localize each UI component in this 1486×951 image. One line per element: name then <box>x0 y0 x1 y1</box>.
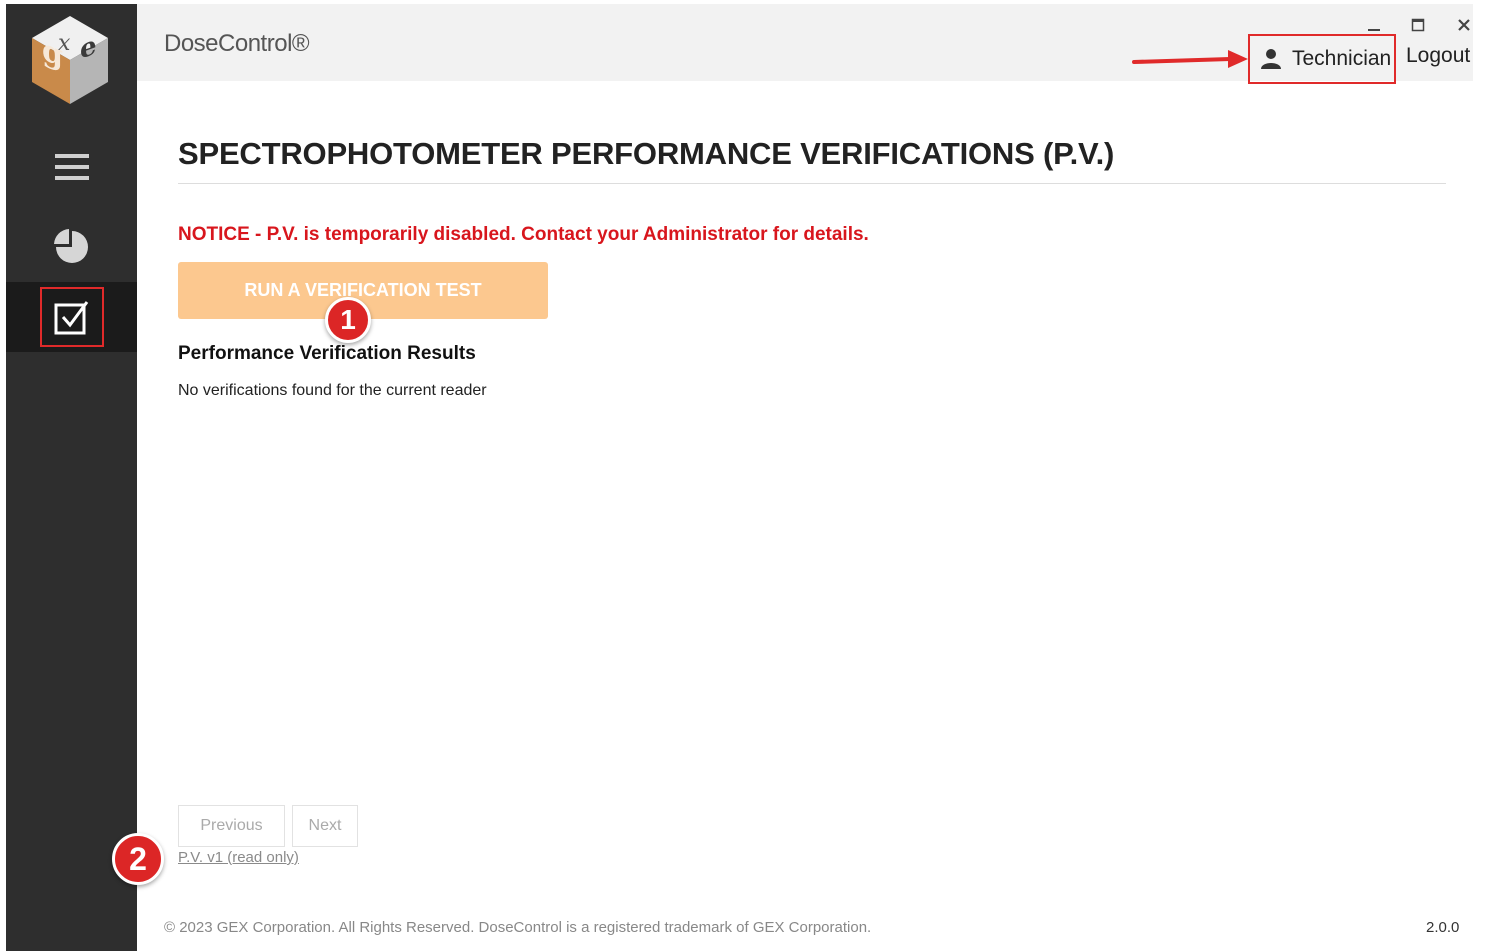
previous-button[interactable]: Previous <box>178 805 285 847</box>
checkbox-icon <box>54 301 88 335</box>
maximize-button[interactable] <box>1403 12 1433 38</box>
notice-message: NOTICE - P.V. is temporarily disabled. C… <box>178 224 869 245</box>
hamburger-menu-button[interactable] <box>6 132 137 202</box>
logout-button[interactable]: Logout <box>1406 44 1470 68</box>
red-arrow-annotation <box>1132 50 1248 68</box>
svg-text:e: e <box>80 30 97 66</box>
sidebar: g e x <box>6 4 137 951</box>
gex-cube-logo: g e x <box>28 12 112 108</box>
divider <box>178 183 1446 184</box>
maximize-icon <box>1411 18 1425 32</box>
svg-text:x: x <box>58 31 71 56</box>
close-icon <box>1458 19 1470 31</box>
pv-version-link[interactable]: P.V. v1 (read only) <box>178 849 299 866</box>
user-menu[interactable]: Technician <box>1248 34 1396 84</box>
sidebar-item-performance-verification[interactable] <box>6 282 137 352</box>
user-icon <box>1261 49 1281 69</box>
next-button[interactable]: Next <box>292 805 358 847</box>
step-badge-2: 2 <box>112 833 164 885</box>
footer-version: 2.0.0 <box>1426 919 1460 936</box>
sidebar-item-reports[interactable] <box>6 212 137 282</box>
top-header: DoseControl® Technician Logout <box>137 4 1473 84</box>
user-name: Technician <box>1292 47 1392 70</box>
hamburger-menu-icon <box>54 154 89 180</box>
pie-chart-icon <box>53 229 88 263</box>
page-title: SPECTROPHOTOMETER PERFORMANCE VERIFICATI… <box>178 136 1115 171</box>
close-button[interactable] <box>1449 12 1479 38</box>
app-title: DoseControl® <box>164 30 310 57</box>
step-badge-1: 1 <box>325 297 371 343</box>
minimize-icon <box>1368 29 1380 31</box>
results-heading: Performance Verification Results <box>178 343 476 364</box>
active-nav-highlight <box>39 287 104 347</box>
footer-copyright: © 2023 GEX Corporation. All Rights Reser… <box>164 919 872 936</box>
empty-results-message: No verifications found for the current r… <box>178 382 487 399</box>
